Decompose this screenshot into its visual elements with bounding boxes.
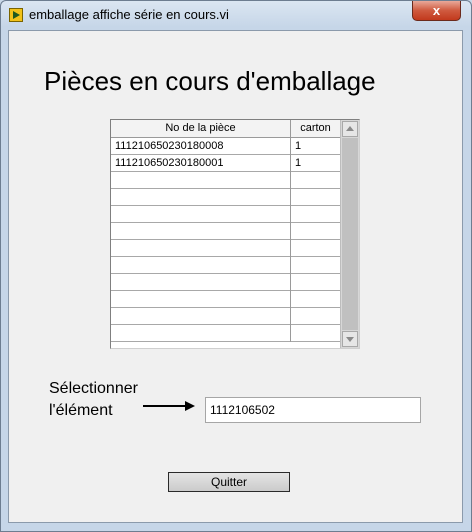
part-number-cell: 111210650230180008: [111, 138, 291, 155]
table-rows: 111210650230180008 1 111210650230180001 1: [111, 138, 340, 342]
selected-element-field[interactable]: 1112106502: [205, 397, 421, 423]
quit-button[interactable]: Quitter: [168, 472, 290, 492]
table-row[interactable]: 111210650230180001 1: [111, 155, 340, 172]
table-row[interactable]: [111, 206, 340, 223]
front-panel: Pièces en cours d'emballage No de la piè…: [8, 30, 463, 523]
part-number-cell: [111, 240, 291, 257]
pointer-arrowhead-icon: [185, 401, 195, 411]
part-number-cell: [111, 223, 291, 240]
scroll-track[interactable]: [342, 138, 358, 330]
table-row[interactable]: [111, 172, 340, 189]
carton-cell: [291, 240, 340, 257]
column-header-carton: carton: [300, 122, 331, 134]
part-number-cell: [111, 189, 291, 206]
scroll-up-arrow-icon[interactable]: [342, 121, 358, 137]
labview-app-icon: [9, 8, 23, 22]
table-header: No de la pièce carton: [111, 120, 340, 138]
title-bar[interactable]: emballage affiche série en cours.vi x: [1, 1, 471, 29]
table-row[interactable]: [111, 291, 340, 308]
table-row[interactable]: [111, 223, 340, 240]
carton-cell: 1: [295, 140, 302, 152]
carton-cell: [291, 274, 340, 291]
part-number-cell: [111, 172, 291, 189]
select-element-label: Sélectionner l'élément: [49, 378, 138, 422]
part-number-cell: [111, 274, 291, 291]
select-label-line-1: Sélectionner: [49, 380, 138, 397]
table-row[interactable]: [111, 325, 340, 342]
carton-cell: [291, 257, 340, 274]
carton-cell: [291, 172, 340, 189]
carton-cell: [291, 291, 340, 308]
part-number-cell: [111, 325, 291, 342]
part-number-cell: [111, 308, 291, 325]
table-row[interactable]: [111, 274, 340, 291]
part-number-cell: 111210650230180001: [111, 155, 291, 172]
part-number-cell: [111, 206, 291, 223]
column-header-part-number: No de la pièce: [111, 120, 291, 137]
part-number-cell: [111, 291, 291, 308]
carton-cell: [291, 325, 340, 342]
carton-cell: [291, 223, 340, 240]
table-row[interactable]: [111, 257, 340, 274]
table-row[interactable]: 111210650230180008 1: [111, 138, 340, 155]
scroll-down-arrow-icon[interactable]: [342, 331, 358, 347]
parts-table[interactable]: No de la pièce carton 111210650230180008…: [110, 119, 360, 349]
carton-cell: 1: [295, 157, 302, 169]
select-label-line-2: l'élément: [49, 402, 113, 419]
table-row[interactable]: [111, 308, 340, 325]
window-title: emballage affiche série en cours.vi: [29, 7, 229, 22]
carton-cell: [291, 189, 340, 206]
pointer-arrow-icon: [143, 405, 187, 407]
page-title: Pièces en cours d'emballage: [44, 66, 376, 96]
table-row[interactable]: [111, 240, 340, 257]
part-number-cell: [111, 257, 291, 274]
table-row[interactable]: [111, 189, 340, 206]
close-window-button[interactable]: x: [412, 1, 461, 21]
carton-cell: [291, 308, 340, 325]
carton-cell: [291, 206, 340, 223]
table-vertical-scrollbar[interactable]: [340, 120, 359, 348]
application-window: emballage affiche série en cours.vi x Pi…: [0, 0, 472, 532]
